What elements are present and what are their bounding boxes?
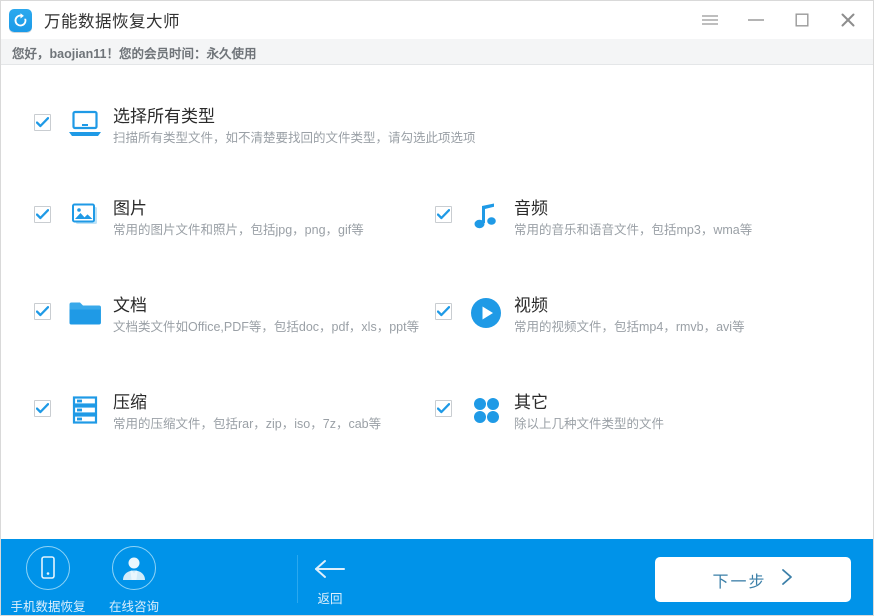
- file-type-title: 选择所有类型: [113, 107, 215, 126]
- file-type-text-audio: 音频 常用的音乐和语音文件，包括mp3，wma等: [514, 198, 752, 239]
- file-type-text-image: 图片 常用的图片文件和照片，包括jpg，png，gif等: [113, 198, 364, 239]
- folder-icon: [65, 296, 105, 330]
- file-type-desc: 扫描所有类型文件，如不清楚要找回的文件类型，请勾选此项选项: [113, 131, 476, 145]
- file-type-row-zip[interactable]: 压缩 常用的压缩文件，包括rar，zip，iso，7z，cab等: [34, 392, 381, 433]
- file-type-text-video: 视频 常用的视频文件，包括mp4，rmvb，avi等: [514, 295, 745, 336]
- mobile-recovery-label: 手机数据恢复: [10, 600, 86, 614]
- checkbox-video[interactable]: [435, 303, 452, 320]
- file-type-text-doc: 文档 文档类文件如Office,PDF等，包括doc，pdf，xls，ppt等: [113, 295, 419, 336]
- maximize-button[interactable]: [779, 1, 825, 39]
- file-type-row-video[interactable]: 视频 常用的视频文件，包括mp4，rmvb，avi等: [435, 295, 745, 336]
- person-icon: [112, 546, 156, 590]
- checkbox-audio[interactable]: [435, 206, 452, 223]
- greeting-bar: 您好，baojian11！您的会员时间：永久使用: [1, 39, 873, 65]
- file-type-desc: 除以上几种文件类型的文件: [514, 417, 665, 431]
- checkbox-doc[interactable]: [34, 303, 51, 320]
- file-type-title: 文档: [113, 296, 147, 315]
- close-button[interactable]: [825, 1, 871, 39]
- refresh-circle-icon: [9, 9, 32, 32]
- chevron-right-icon: [780, 568, 794, 591]
- file-type-desc: 常用的图片文件和照片，包括jpg，png，gif等: [113, 223, 364, 237]
- footer-bar: 手机数据恢复 在线咨询 返回 下一步: [1, 539, 873, 615]
- greeting-text: 您好，baojian11！您的会员时间：永久使用: [12, 47, 257, 61]
- menu-button[interactable]: [687, 1, 733, 39]
- back-label: 返回: [317, 592, 343, 606]
- file-type-title: 其它: [514, 393, 548, 412]
- picture-stack-icon: [65, 199, 105, 233]
- file-type-text-all: 选择所有类型 扫描所有类型文件，如不清楚要找回的文件类型，请勾选此项选项: [113, 106, 476, 147]
- file-type-row-audio[interactable]: 音频 常用的音乐和语音文件，包括mp3，wma等: [435, 198, 752, 239]
- file-type-title: 视频: [514, 296, 548, 315]
- footer-divider: [297, 555, 298, 603]
- file-type-row-doc[interactable]: 文档 文档类文件如Office,PDF等，包括doc，pdf，xls，ppt等: [34, 295, 419, 336]
- mobile-recovery-button[interactable]: 手机数据恢复: [5, 546, 91, 615]
- layer-stack-icon: [65, 393, 105, 427]
- checkbox-other[interactable]: [435, 400, 452, 417]
- file-type-row-other[interactable]: 其它 除以上几种文件类型的文件: [435, 392, 664, 433]
- online-chat-button[interactable]: 在线咨询: [91, 546, 177, 615]
- file-type-title: 音频: [514, 199, 548, 218]
- page-title: 万能数据恢复大师: [44, 13, 180, 31]
- next-step-button[interactable]: 下一步: [655, 557, 851, 602]
- music-note-icon: [466, 199, 506, 233]
- checkbox-all[interactable]: [34, 114, 51, 131]
- file-type-desc: 常用的音乐和语音文件，包括mp3，wma等: [514, 223, 753, 237]
- file-type-title: 图片: [113, 199, 147, 218]
- checkbox-image[interactable]: [34, 206, 51, 223]
- checkbox-zip[interactable]: [34, 400, 51, 417]
- file-type-desc: 文档类文件如Office,PDF等，包括doc，pdf，xls，ppt等: [113, 320, 420, 334]
- arrow-left-icon: [313, 559, 347, 584]
- file-type-list: 选择所有类型 扫描所有类型文件，如不清楚要找回的文件类型，请勾选此项选项 图片 …: [1, 66, 873, 539]
- next-step-label: 下一步: [712, 573, 767, 591]
- file-type-text-other: 其它 除以上几种文件类型的文件: [514, 392, 664, 433]
- file-type-title: 压缩: [113, 393, 147, 412]
- title-bar: 万能数据恢复大师: [1, 1, 873, 39]
- file-type-text-zip: 压缩 常用的压缩文件，包括rar，zip，iso，7z，cab等: [113, 392, 381, 433]
- window-controls: [687, 1, 871, 39]
- online-chat-label: 在线咨询: [108, 600, 159, 614]
- app-window: 万能数据恢复大师 您好，baojian11！您的会员时间：永久使用 选择所有类型…: [0, 0, 874, 616]
- file-type-desc: 常用的视频文件，包括mp4，rmvb，avi等: [514, 320, 745, 334]
- back-button[interactable]: 返回: [309, 559, 351, 607]
- play-circle-icon: [466, 296, 506, 330]
- file-type-desc: 常用的压缩文件，包括rar，zip，iso，7z，cab等: [113, 417, 382, 431]
- phone-icon: [26, 546, 70, 590]
- file-type-row-image[interactable]: 图片 常用的图片文件和照片，包括jpg，png，gif等: [34, 198, 364, 239]
- file-type-row-all[interactable]: 选择所有类型 扫描所有类型文件，如不清楚要找回的文件类型，请勾选此项选项: [34, 106, 476, 147]
- four-dots-icon: [466, 393, 506, 427]
- minimize-button[interactable]: [733, 1, 779, 39]
- laptop-icon: [65, 107, 105, 141]
